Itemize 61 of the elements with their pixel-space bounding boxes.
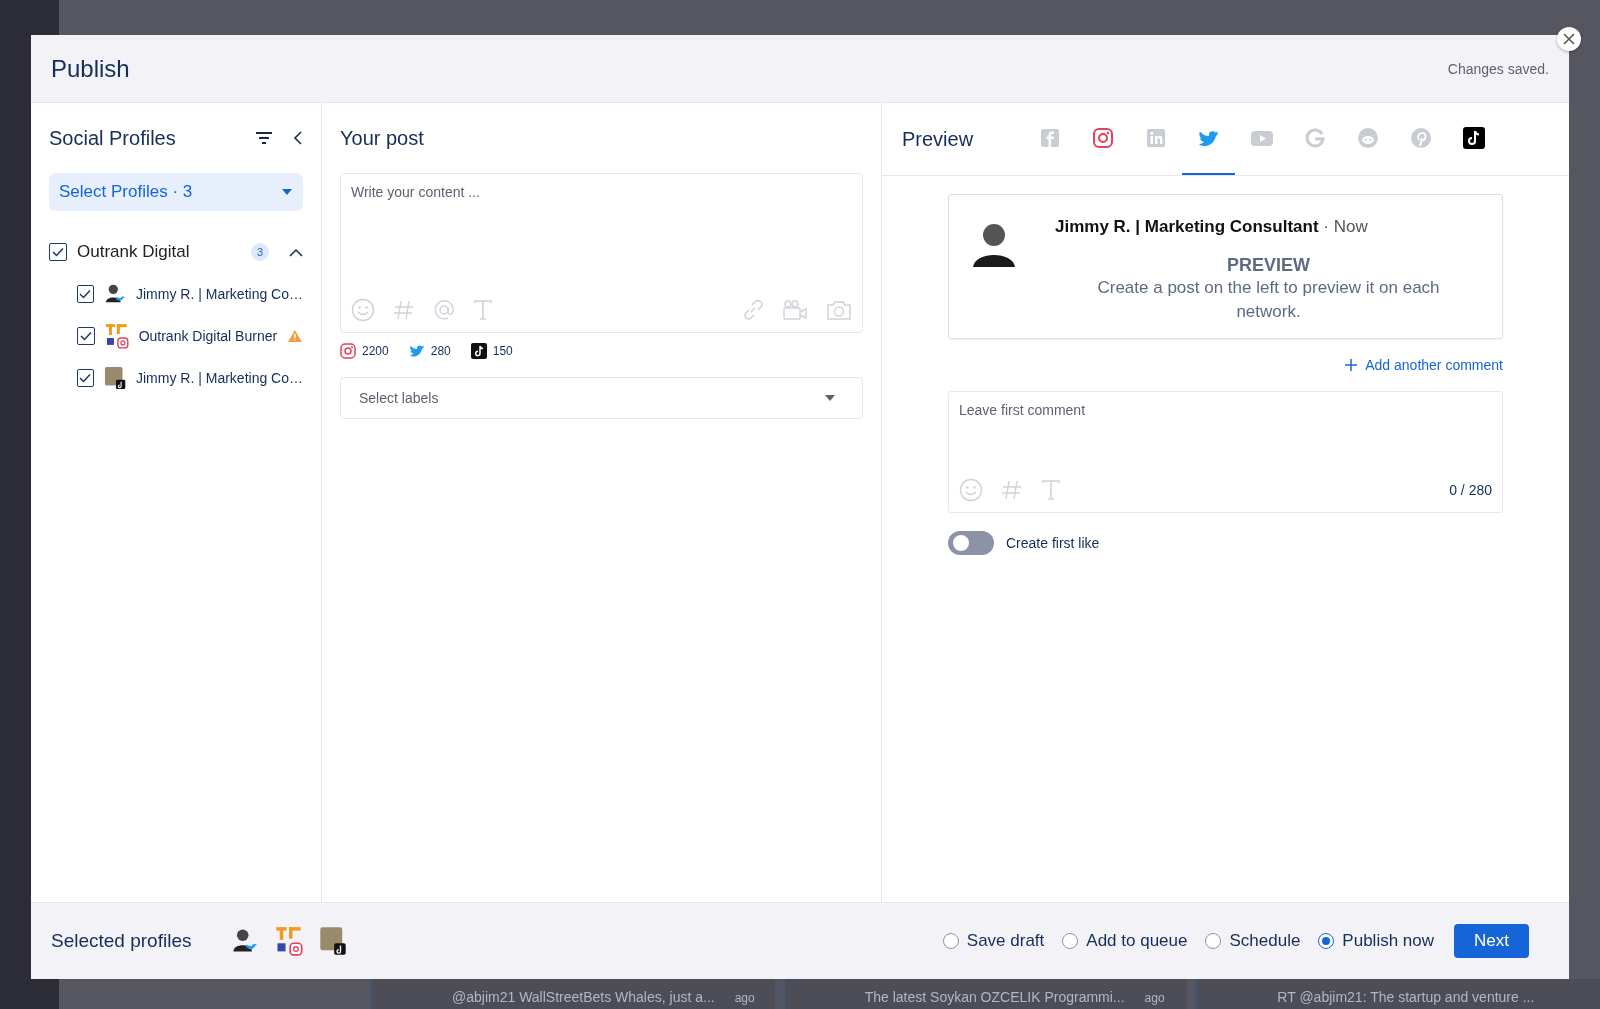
collapse-icon[interactable]: [293, 130, 303, 146]
profile-checkbox[interactable]: [77, 369, 94, 387]
check-icon: [52, 247, 64, 257]
post-time: ago: [1144, 991, 1165, 1005]
video-camera-icon[interactable]: [782, 299, 808, 321]
preview-heading: PREVIEW: [1227, 255, 1310, 276]
character-limit: 150: [492, 344, 513, 358]
mention-icon[interactable]: [433, 299, 455, 321]
chevron-icon[interactable]: [289, 247, 303, 257]
post-text: The latest Soykan OZCELIK Programmi...: [864, 989, 1125, 1005]
panel-title: Social Profiles: [49, 126, 176, 150]
close-icon: [1563, 33, 1575, 45]
footer-title: Selected profiles: [51, 930, 192, 952]
dialog-title: Publish: [51, 54, 130, 83]
group-checkbox[interactable]: [49, 243, 67, 261]
first-like-toggle[interactable]: [948, 531, 994, 555]
toggle-label: Create first like: [1006, 535, 1100, 551]
author-line: Jimmy R. | Marketing Consultant · Now: [1055, 217, 1368, 237]
post-text: @abjim21 WallStreetBets Whales, just a...: [452, 989, 715, 1005]
caret-icon: [824, 394, 836, 402]
hashtag-icon[interactable]: [1001, 479, 1023, 501]
character-counter: 0 / 280: [1449, 482, 1492, 498]
hashtag-icon[interactable]: [393, 299, 415, 321]
camera-icon[interactable]: [826, 299, 852, 321]
emoji-icon[interactable]: [351, 298, 375, 322]
filter-icon[interactable]: [255, 131, 273, 145]
profile-name[interactable]: Jimmy R. | Marketing Co…: [136, 286, 303, 302]
comment-field[interactable]: Leave first comment 0 / 280: [948, 391, 1503, 513]
close-button[interactable]: [1557, 27, 1581, 51]
character-limit: 2200: [362, 344, 389, 358]
profile-select[interactable]: Select Profiles · 3: [49, 173, 303, 211]
publish-option[interactable]: Save draft: [942, 931, 1045, 951]
text-format-icon[interactable]: [473, 299, 493, 321]
emoji-icon[interactable]: [959, 478, 983, 502]
publish-option[interactable]: Add to queue: [1062, 931, 1188, 951]
text-format-icon[interactable]: [1041, 479, 1061, 501]
caret-icon: [281, 188, 293, 196]
profile-checkbox[interactable]: [77, 327, 95, 345]
link-icon[interactable]: [742, 299, 764, 321]
profile-name[interactable]: Jimmy R. | Marketing Co…: [136, 370, 303, 386]
post-text: RT @abjim21: The startup and venture ...: [1277, 989, 1535, 1005]
next-button[interactable]: Next: [1454, 924, 1529, 958]
profile-name[interactable]: Outrank Digital Burner: [138, 328, 278, 344]
check-icon: [79, 289, 92, 299]
preview-message: Create a post on the left to preview it on each network.: [1096, 277, 1441, 323]
labels-dropdown[interactable]: Select labels: [340, 377, 863, 419]
panel-title: Your post: [340, 126, 424, 150]
post-time: ago: [734, 991, 755, 1005]
panel-title: Preview: [902, 127, 974, 151]
publish-option[interactable]: Publish now: [1318, 931, 1435, 951]
publish-option[interactable]: Schedule: [1205, 931, 1301, 951]
profile-checkbox[interactable]: [77, 285, 94, 303]
check-icon: [79, 331, 92, 341]
plus-icon: [1345, 359, 1358, 371]
check-icon: [79, 373, 92, 383]
add-comment-link[interactable]: Add another comment: [1345, 357, 1503, 373]
profile-count: 3: [251, 243, 269, 261]
post-editor[interactable]: Write your content ...: [340, 173, 863, 333]
group-name: Outrank Digital: [77, 242, 190, 262]
character-limit: 280: [430, 344, 451, 358]
save-status: Changes saved.: [1447, 60, 1549, 77]
